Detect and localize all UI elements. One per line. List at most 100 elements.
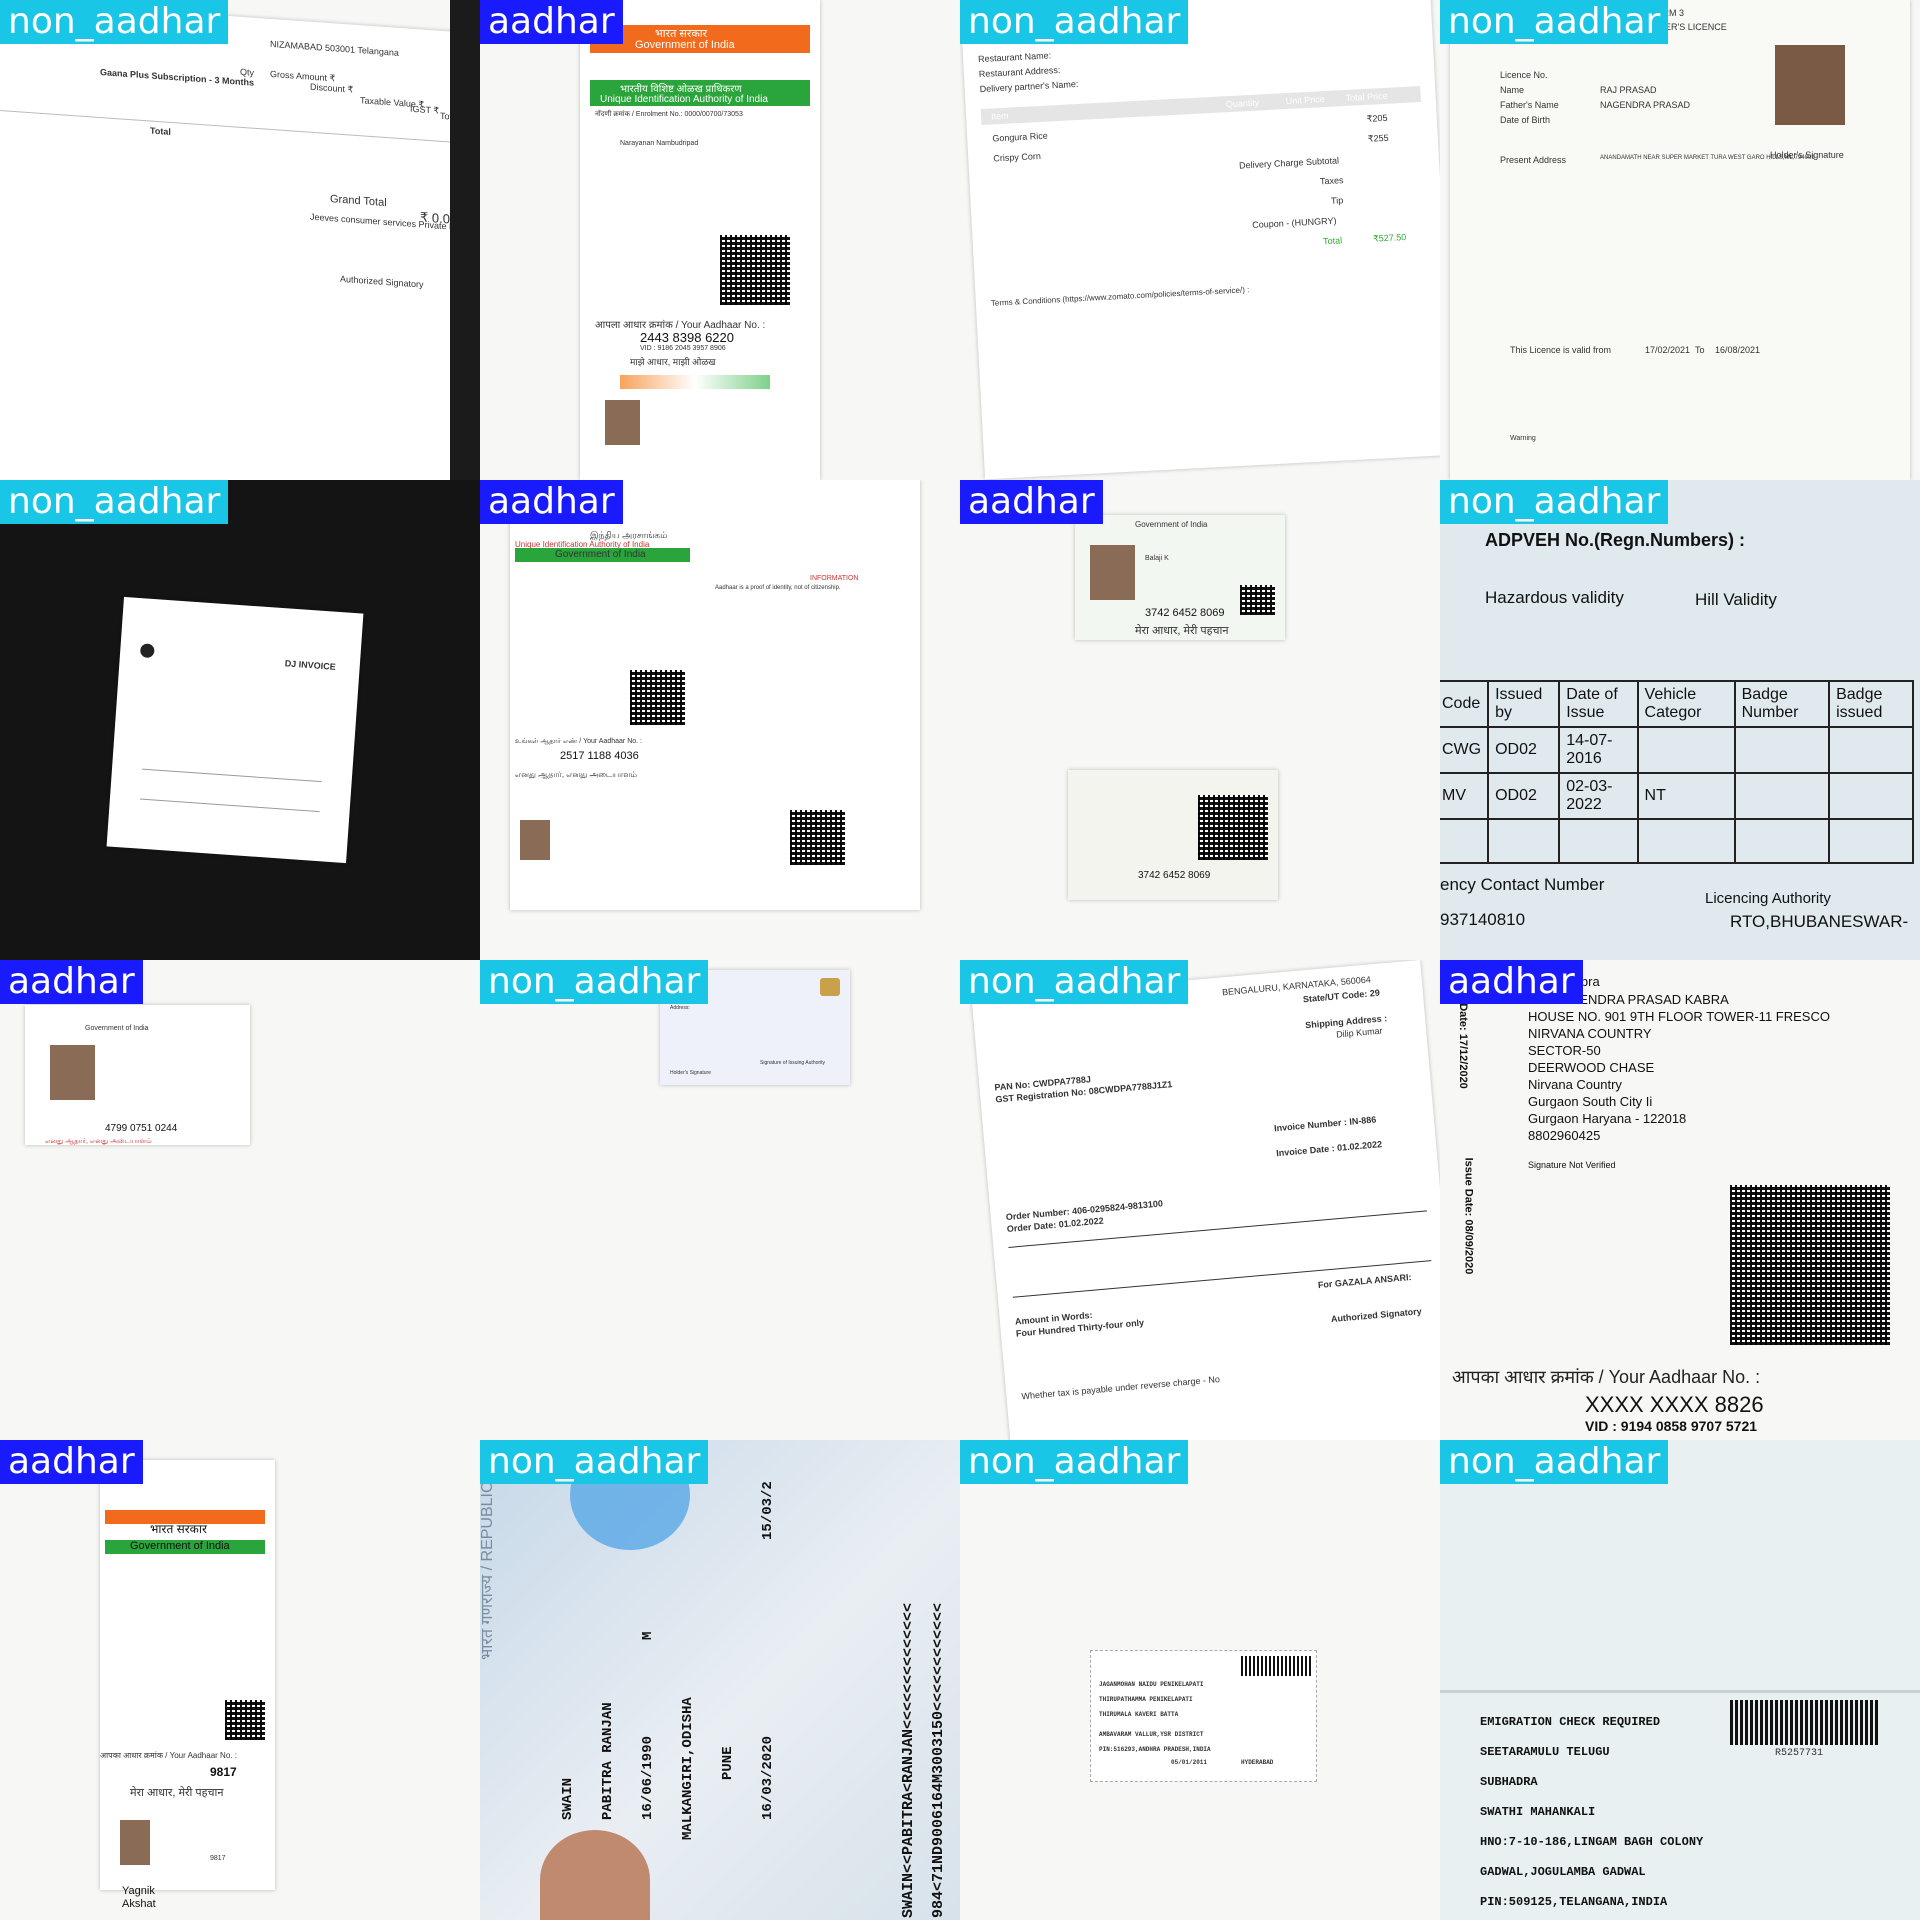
holder-photo <box>1090 545 1135 600</box>
doc-text: VID : 9194 0858 9707 5721 <box>1585 1418 1758 1434</box>
doc-text: ₹205 <box>1366 112 1388 124</box>
tile-4: DJ INVOICE non_aadhar <box>0 480 480 960</box>
doc-text: உங்கள் ஆதார் எண் / Your Aadhaar No. : <box>515 738 642 745</box>
doc-text: ADPVEH No.(Regn.Numbers) : <box>1485 530 1746 550</box>
doc-text: Total <box>150 125 171 137</box>
table-cell <box>1733 726 1831 774</box>
doc-text: THIRUPATHAMMA PENIKELAPATI <box>1099 1696 1193 1703</box>
class-label: aadhar <box>0 960 143 1004</box>
table-cell: 14-07-2016 <box>1558 726 1639 774</box>
barcode <box>1730 1700 1880 1745</box>
aadhaar-card-back: 3742 6452 8069 <box>1068 770 1278 900</box>
vehicle-table: Code Issued by Date of Issue Vehicle Cat… <box>1440 680 1914 864</box>
doc-text: Present Address <box>1500 155 1567 165</box>
doc-text: JAGANMOHAN NAIDU PENIKELAPATI <box>1099 1681 1204 1688</box>
dj-invoice-document: DJ INVOICE <box>106 596 364 864</box>
tile-11: Kabra C/O RAJENDRA PRASAD KABRA HOUSE NO… <box>1440 960 1920 1440</box>
tile-12: भारत सरकार Government of India आपका आधार… <box>0 1440 480 1920</box>
doc-text: DEERWOOD CHASE <box>1528 1060 1655 1075</box>
doc-text: 9817 <box>210 1855 226 1862</box>
class-label: non_aadhar <box>0 480 229 524</box>
qr-code <box>720 235 790 305</box>
doc-text: Restaurant Name: <box>977 50 1052 65</box>
doc-text: Aadhaar is a proof of identity, not of c… <box>715 585 841 591</box>
passport-back-page: JAGANMOHAN NAIDU PENIKELAPATI THIRUPATHA… <box>1090 1650 1317 1782</box>
doc-text: EMIGRATION CHECK REQUIRED <box>1480 1715 1661 1729</box>
doc-text: SECTOR-50 <box>1528 1043 1601 1058</box>
doc-text: Grand Total <box>330 193 387 210</box>
mrz-line-1: SWAIN<<PABITRA<RANJAN<<<<<<<<<<<<<< <box>900 1602 917 1918</box>
doc-text: MALKANGIRI,ODISHA <box>680 1697 696 1840</box>
class-label: aadhar <box>480 0 623 44</box>
doc-text: R5257731 <box>1775 1748 1824 1759</box>
doc-text: Tip <box>1330 195 1344 206</box>
divider <box>0 110 470 144</box>
qr-code <box>1240 585 1275 615</box>
barcode <box>1241 1656 1311 1676</box>
table-cell <box>1733 772 1831 820</box>
doc-text: Gurgaon Haryana - 122018 <box>1528 1111 1687 1126</box>
holder-photo <box>520 820 550 860</box>
doc-text: Gurgaon South City Ii <box>1528 1094 1653 1109</box>
doc-text: HYDERABAD <box>1241 1759 1274 1766</box>
class-label: non_aadhar <box>480 960 709 1004</box>
doc-text: आपला आधार क्रमांक / Your Aadhaar No. : <box>595 320 766 331</box>
table-cell: NT <box>1636 772 1736 820</box>
doc-text: Date of Birth <box>1500 115 1551 125</box>
doc-text: For GAZALA ANSARI: <box>1317 1271 1412 1291</box>
doc-text: Address: <box>670 1005 690 1011</box>
doc-text: माझे आधार, माझी ओळख <box>630 357 716 367</box>
doc-text: PIN:509125,TELANGANA,INDIA <box>1480 1895 1668 1909</box>
doc-text: Government of India <box>130 1540 230 1552</box>
table-cell: OD02 <box>1487 772 1561 820</box>
qr-code <box>1198 795 1268 860</box>
doc-text: Unique Identification Authority of India <box>600 94 768 105</box>
image-grid: non_aadhar NIZAMABAD 503001 Telangana Ga… <box>0 0 1920 1920</box>
doc-text: M <box>640 1631 656 1640</box>
table-cell <box>1636 818 1736 864</box>
holder-photo <box>1775 45 1845 125</box>
doc-text: PUNE <box>720 1746 736 1780</box>
doc-text: PIN:516293,ANDHRA PRADESH,INDIA <box>1099 1746 1211 1753</box>
doc-text: Government of India <box>1135 520 1208 529</box>
class-label: aadhar <box>0 1440 143 1484</box>
tile-6: Government of India Balaji K 3742 6452 8… <box>960 480 1440 960</box>
aadhaar-card: Government of India 4799 0751 0244 எனது … <box>25 1005 250 1145</box>
doc-text: State/UT Code: 29 <box>1302 987 1381 1005</box>
class-label: non_aadhar <box>1440 1440 1669 1484</box>
doc-text: Issue Date: 08/09/2020 <box>1462 1157 1475 1275</box>
doc-text: Signature of Issuing Authority <box>760 1060 826 1066</box>
aadhaar-card-front: Government of India Balaji K 3742 6452 8… <box>1075 515 1285 640</box>
class-label: non_aadhar <box>0 0 229 44</box>
tile-0: non_aadhar NIZAMABAD 503001 Telangana Ga… <box>0 0 480 480</box>
doc-text: भारत सरकार <box>150 1522 207 1536</box>
aadhaar-number: XXXX XXXX 8826 <box>1585 1392 1764 1417</box>
doc-text: Quantity <box>1225 97 1260 110</box>
class-label: non_aadhar <box>960 960 1189 1004</box>
doc-text: IGST ₹ <box>410 103 440 116</box>
class-label: non_aadhar <box>1440 480 1669 524</box>
licence-document: FORM 3 LEARNER'S LICENCE Licence No. Nam… <box>1450 0 1910 480</box>
doc-text: Hill Validity <box>1695 590 1777 609</box>
dark-edge <box>450 0 480 480</box>
doc-text: RTO,BHUBANESWAR- <box>1730 912 1909 931</box>
tile-9: Address: Holder's Signature Signature of… <box>480 960 960 1440</box>
tax-invoice-document: BENGALURU, KARNATAKA, 560064 State/UT Co… <box>971 960 1440 1440</box>
doc-text: NIZAMABAD 503001 Telangana <box>270 38 399 58</box>
doc-text: NIRVANA COUNTRY <box>1528 1026 1652 1041</box>
table-cell <box>1828 818 1914 864</box>
doc-text: எனது ஆதார், எனது அடையாளம் <box>515 770 637 779</box>
class-label: aadhar <box>1440 960 1583 1004</box>
doc-text: मेरा आधार, मेरी पहचान <box>130 1787 224 1799</box>
tile-2: Restaurant Name: Restaurant Address: Del… <box>960 0 1440 480</box>
doc-text: RAJ PRASAD <box>1600 85 1657 95</box>
tile-5: இந்திய அரசாங்கம் Unique Identification A… <box>480 480 960 960</box>
doc-text: Government of India <box>85 1025 149 1032</box>
tile-15: R5257731 EMIGRATION CHECK REQUIRED SEETA… <box>1440 1440 1920 1920</box>
doc-text: Warning <box>1510 435 1536 442</box>
holder-photo <box>540 1830 650 1920</box>
tile-10: BENGALURU, KARNATAKA, 560064 State/UT Co… <box>960 960 1440 1440</box>
doc-text: SWAIN <box>560 1777 576 1820</box>
doc-text: Crispy Corn <box>993 150 1042 164</box>
doc-text: Invoice Date : 01.02.2022 <box>1275 1139 1383 1159</box>
